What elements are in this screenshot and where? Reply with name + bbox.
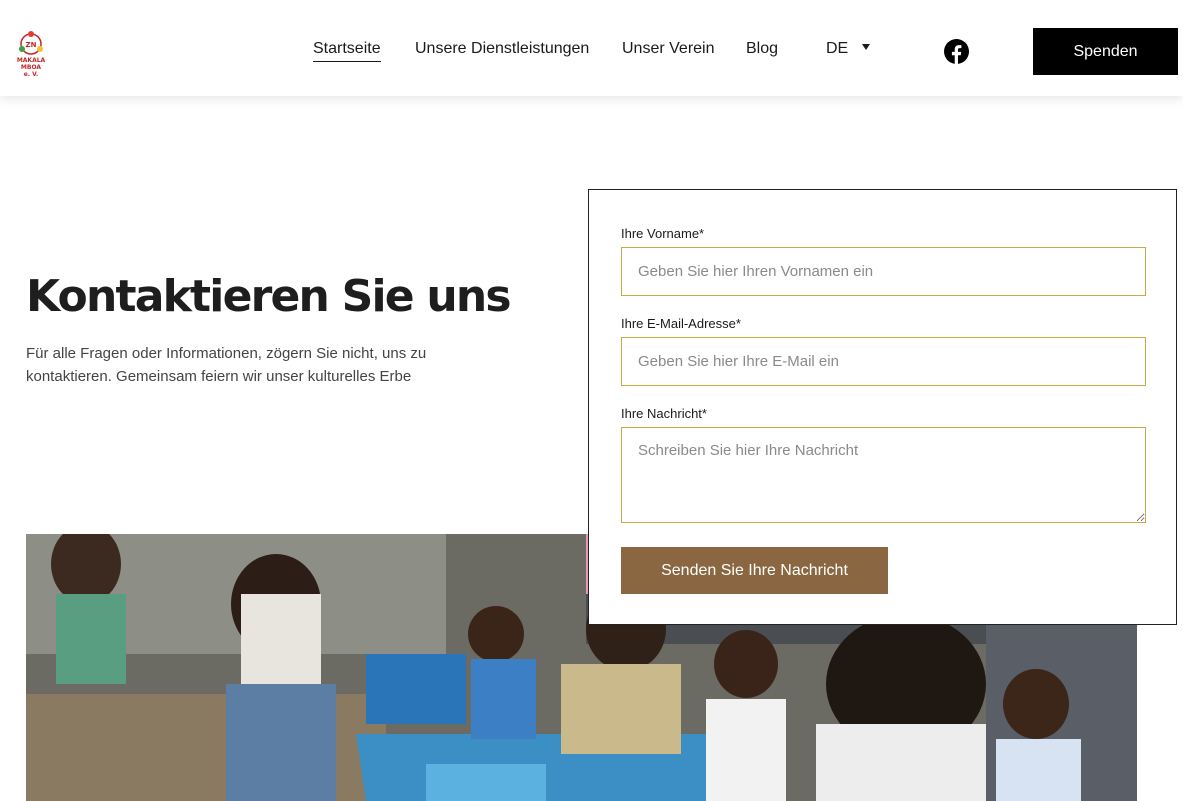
first-name-input[interactable] [621,247,1146,296]
caret-down-icon [862,43,871,50]
message-label: Ihre Nachricht* [621,406,707,421]
submit-button[interactable]: Senden Sie Ihre Nachricht [621,547,888,594]
logo-line2: e. V. [23,71,39,78]
nav-item-startseite[interactable]: Startseite [313,40,381,62]
page-description: Für alle Fragen oder Informationen, zöge… [26,345,427,385]
logo-line1: MAKALA MBOA [16,57,46,71]
contact-form: Ihre Vorname* Ihre E-Mail-Adresse* Ihre … [588,189,1177,625]
donate-button[interactable]: Spenden [1033,28,1178,75]
logo-icon: ZN [19,31,43,55]
email-label: Ihre E-Mail-Adresse* [621,316,741,331]
language-label: DE [826,40,849,57]
message-textarea[interactable] [621,427,1146,523]
logo-text: MAKALA MBOA e. V. [8,57,54,78]
logo[interactable]: ZN MAKALA MBOA e. V. [8,30,54,78]
language-selector[interactable]: DE [826,40,871,58]
nav-item-blog[interactable]: Blog [746,40,778,58]
facebook-icon[interactable] [944,39,969,64]
page-title: Kontaktieren Sie uns [26,271,512,322]
first-name-label: Ihre Vorname* [621,226,705,241]
email-input[interactable] [621,337,1146,386]
site-header: ZN MAKALA MBOA e. V. Startseite Unsere D… [0,0,1183,96]
nav-item-dienstleistungen[interactable]: Unsere Dienstleistungen [415,40,589,58]
nav-item-verein[interactable]: Unser Verein [622,40,715,58]
logo-badge: ZN [26,41,37,49]
